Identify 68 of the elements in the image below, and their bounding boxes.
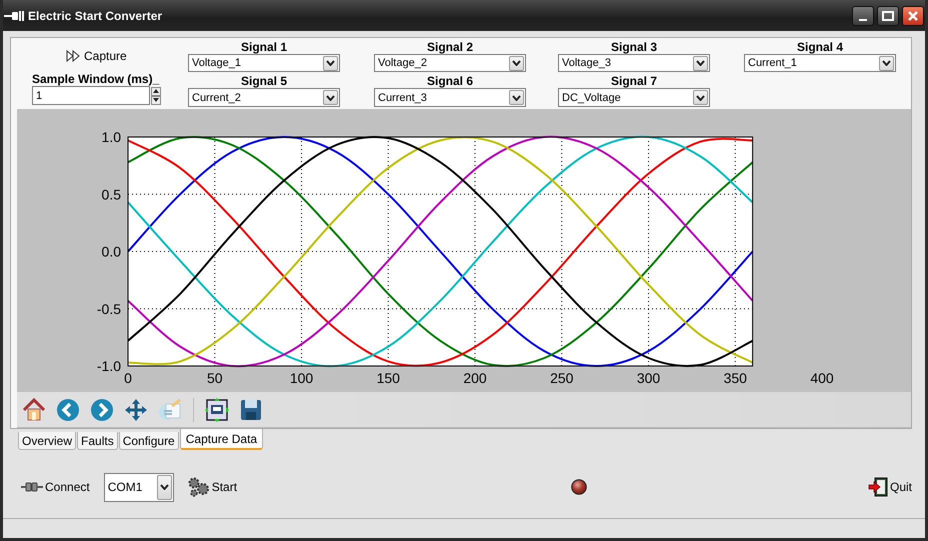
tick-label: 400: [810, 370, 834, 386]
caret-icon: [512, 94, 521, 100]
caret-icon: [882, 60, 891, 66]
close-button[interactable]: [902, 6, 924, 26]
signal-dropdown[interactable]: Voltage_3: [558, 54, 710, 72]
exit-door-icon: [868, 477, 888, 497]
tick-label: 350: [724, 370, 747, 386]
tick-label: -0.5: [96, 300, 121, 317]
caret-icon: [696, 94, 705, 100]
tick-label: 200: [463, 370, 487, 386]
capture-button[interactable]: Capture: [66, 48, 127, 64]
field-label: Sample Window (ms)_: [32, 72, 160, 86]
signal-dropdown[interactable]: Voltage_1: [188, 54, 340, 72]
start-button[interactable]: Start: [188, 477, 238, 497]
signal-dropdown[interactable]: DC_Voltage: [558, 88, 710, 107]
tick-label: 50: [206, 370, 223, 386]
quit-button[interactable]: Quit: [868, 477, 912, 497]
minimize-button[interactable]: [852, 6, 874, 26]
caret-icon: [696, 60, 705, 66]
signal-label: Signal 5: [240, 74, 288, 88]
sample-window-field[interactable]: 1: [32, 86, 150, 105]
frame-icon: [205, 398, 229, 422]
tab[interactable]: Capture Data: [180, 429, 264, 450]
plug-icon: [21, 481, 43, 493]
signal-dropdown[interactable]: Current_2: [188, 88, 340, 107]
signal-label: Signal 3: [610, 40, 658, 54]
maximize-icon: [882, 10, 894, 20]
close-icon: [907, 10, 919, 22]
signal-label: Signal 2: [426, 40, 474, 54]
home-icon: [22, 398, 46, 422]
tick-label: 0.0: [102, 244, 121, 260]
gears-icon: [188, 477, 210, 497]
plug-icon: [4, 10, 26, 22]
tab[interactable]: Faults: [77, 432, 118, 450]
port-dropdown[interactable]: COM1: [104, 472, 174, 502]
tab[interactable]: Overview: [18, 432, 76, 450]
status-led-icon: [571, 479, 588, 495]
play-icon: [66, 50, 80, 62]
tick-label: 150: [376, 370, 400, 386]
signal-label: Signal 4: [796, 40, 844, 54]
signal-dropdown[interactable]: Current_3: [374, 88, 526, 107]
tick-label: 0: [124, 370, 132, 386]
tick-label: 100: [290, 370, 314, 386]
tick-label: -1.0: [96, 358, 121, 374]
caret-icon: [326, 60, 335, 66]
tick-label: 1.0: [102, 129, 121, 145]
connect-button[interactable]: Connect: [21, 480, 90, 494]
spin-up-button[interactable]: [151, 86, 161, 96]
caret-icon: [326, 94, 335, 100]
forward-icon: [90, 398, 114, 422]
tick-label: 250: [550, 370, 574, 386]
signal-dropdown[interactable]: Current_1: [744, 54, 896, 72]
caret-icon: [512, 60, 521, 66]
save-icon: [239, 398, 263, 422]
caret-icon: [160, 484, 169, 490]
move-icon: [124, 398, 148, 422]
back-icon: [56, 398, 80, 422]
window-title: Electric Start Converter: [28, 8, 164, 22]
tab[interactable]: Configure: [118, 432, 179, 450]
signal-label: Signal 1: [240, 40, 288, 54]
maximize-button[interactable]: [877, 6, 899, 26]
document-icon: [158, 398, 182, 422]
signal-label: Signal 7: [610, 74, 658, 88]
minimize-icon: [859, 19, 867, 21]
signal-dropdown[interactable]: Voltage_2: [374, 54, 526, 72]
signal-label: Signal 6: [426, 74, 474, 88]
tick-label: 0.5: [102, 186, 121, 202]
tick-label: 300: [636, 370, 660, 386]
